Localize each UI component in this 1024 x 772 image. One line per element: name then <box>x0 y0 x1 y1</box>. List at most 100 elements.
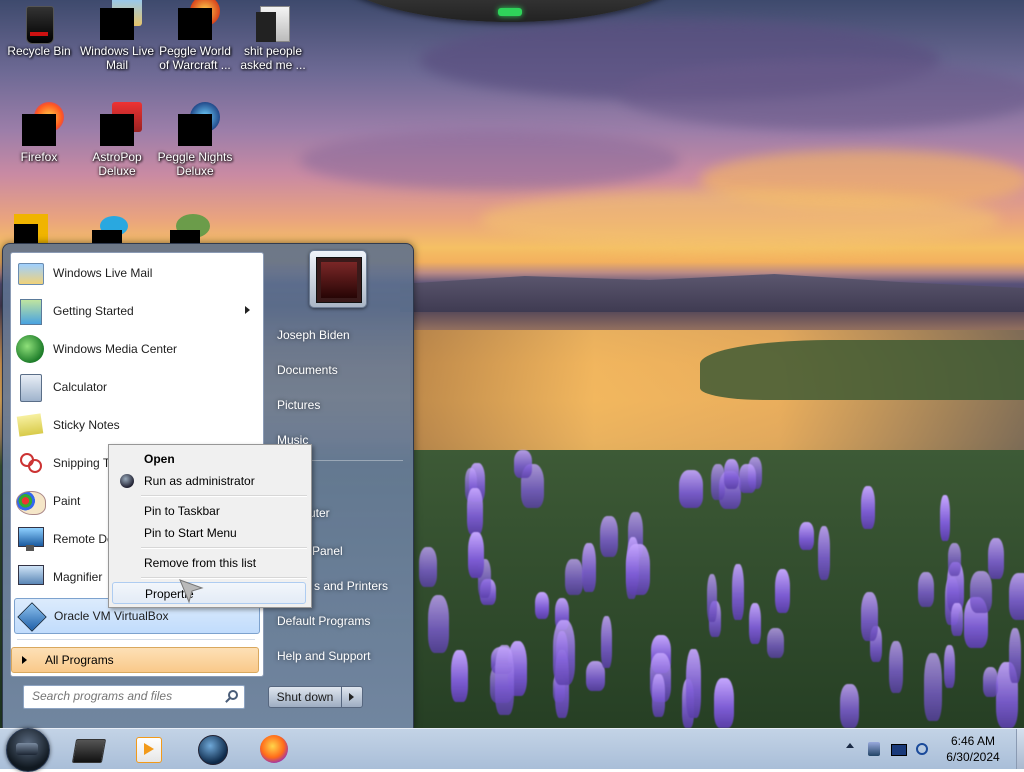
program-windows-media-center[interactable]: Windows Media Center <box>14 332 258 366</box>
wallpaper-flower <box>860 485 875 529</box>
right-item-help-support[interactable]: Help and Support <box>269 641 417 671</box>
ctx-separator <box>141 495 307 497</box>
desktop-icon-firefox[interactable]: Firefox <box>0 102 78 164</box>
ctx-properties[interactable]: Propertie <box>112 582 306 604</box>
program-label: Sticky Notes <box>53 418 120 432</box>
tray-app-icon[interactable] <box>866 741 882 757</box>
desktop-icon-recycle-bin[interactable]: Recycle Bin <box>0 6 78 58</box>
program-windows-live-mail[interactable]: Windows Live Mail <box>14 256 258 290</box>
wallpaper-flower <box>988 537 1005 579</box>
desktop-icon-peggle-nights[interactable]: Peggle Nights Deluxe <box>156 102 234 178</box>
desktop-icon-partial[interactable] <box>92 216 128 244</box>
desktop-icon-peggle-wow[interactable]: Peggle World of Warcraft ... <box>156 0 234 72</box>
program-label: Magnifier <box>53 570 103 584</box>
wallpaper-grass <box>700 340 1024 400</box>
wallpaper-flower <box>982 666 999 697</box>
wallpaper-flower <box>685 649 701 719</box>
ctx-open[interactable]: Open <box>112 448 306 470</box>
program-calculator[interactable]: Calculator <box>14 370 258 404</box>
show-desktop-button[interactable] <box>1016 729 1024 769</box>
clock-date: 6/30/2024 <box>946 750 1000 764</box>
ctx-remove-list[interactable]: Remove from this list <box>112 552 306 574</box>
wallpaper-flower <box>714 677 734 728</box>
desktop-icon-partial[interactable] <box>14 214 48 244</box>
ctx-run-as-admin[interactable]: Run as administrator <box>112 470 306 492</box>
wallpaper-flower <box>513 450 533 478</box>
wallpaper-flower <box>739 464 756 494</box>
right-item-pictures[interactable]: Pictures <box>269 390 417 420</box>
right-item-default-programs[interactable]: Default Programs <box>269 606 417 636</box>
ctx-label: Run as administrator <box>144 474 255 488</box>
ctx-separator <box>141 577 307 579</box>
wallpaper-flower <box>924 652 942 722</box>
wallpaper-flower <box>939 495 950 542</box>
ctx-pin-taskbar[interactable]: Pin to Taskbar <box>112 500 306 522</box>
right-item-documents[interactable]: Documents <box>269 355 417 385</box>
wallpaper-flower <box>600 515 618 557</box>
wallpaper-flower <box>600 616 612 669</box>
wallpaper-flower <box>707 573 718 622</box>
right-item-user[interactable]: Joseph Biden <box>269 320 417 350</box>
search-box[interactable] <box>23 685 245 709</box>
wallpaper-flower <box>766 628 784 659</box>
wallpaper-flower <box>818 525 831 580</box>
start-button[interactable] <box>6 728 50 772</box>
desktop-icon-label: shit people asked me ... <box>240 44 306 72</box>
desktop-icon-partial[interactable] <box>170 214 210 244</box>
mail-icon <box>14 257 46 289</box>
wallpaper-flower <box>723 459 740 489</box>
chevron-right-icon[interactable] <box>245 306 250 314</box>
folder-icon <box>256 6 290 42</box>
tray-volume-icon[interactable] <box>914 741 930 757</box>
wallpaper-flower <box>652 674 665 718</box>
taskbar-explorer[interactable] <box>134 733 166 765</box>
wallpaper-flower <box>798 522 814 551</box>
wallpaper-cloud <box>480 190 1000 250</box>
wallpaper-cloud <box>300 130 680 190</box>
clock-time: 6:46 AM <box>950 734 996 748</box>
tray-expand-icon[interactable] <box>846 743 854 748</box>
wallpaper-flower <box>467 532 484 578</box>
wallpaper-flower <box>565 558 583 596</box>
remote-desktop-icon <box>14 523 46 555</box>
wallpaper-flower <box>748 603 761 645</box>
desktop-icon-windows-live-mail[interactable]: Windows Live Mail <box>78 0 156 72</box>
wallpaper-flower <box>731 563 744 621</box>
magnifier-icon <box>14 561 46 593</box>
taskbar-browser[interactable] <box>196 733 228 765</box>
all-programs-button[interactable]: All Programs <box>11 647 259 673</box>
recycle-bin-icon <box>22 6 56 44</box>
mouse-cursor-icon <box>179 579 204 604</box>
wallpaper-flower <box>552 619 576 686</box>
arrow-right-icon <box>22 656 27 664</box>
getting-started-icon <box>14 295 46 327</box>
virtualbox-icon <box>15 600 47 632</box>
program-label: Remote De <box>53 532 114 546</box>
wallpaper-flower <box>451 650 468 702</box>
wallpaper-flower <box>951 603 963 636</box>
search-input[interactable] <box>24 686 212 706</box>
sticky-notes-icon <box>14 409 46 441</box>
program-label: Windows Live Mail <box>53 266 153 280</box>
desktop-icon-label: AstroPop Deluxe <box>92 150 142 178</box>
desktop-icon-label: Firefox <box>20 150 58 164</box>
search-icon[interactable] <box>228 690 238 700</box>
shutdown-button[interactable]: Shut down <box>268 686 342 708</box>
taskbar-media-player[interactable] <box>71 733 107 765</box>
media-player-icon <box>71 739 107 763</box>
desktop-icon-label: Windows Live Mail <box>79 44 155 72</box>
firefox-icon <box>260 735 288 763</box>
desktop-icon-folder[interactable]: shit people asked me ... <box>234 6 312 72</box>
program-sticky-notes[interactable]: Sticky Notes <box>14 408 258 442</box>
ctx-pin-start[interactable]: Pin to Start Menu <box>112 522 306 544</box>
tray-network-icon[interactable] <box>890 741 907 757</box>
taskbar-firefox[interactable] <box>258 733 290 765</box>
pane-divider <box>17 639 255 640</box>
program-getting-started[interactable]: Getting Started <box>14 294 258 328</box>
globe-icon <box>198 735 228 765</box>
desktop-icon-astropop[interactable]: AstroPop Deluxe <box>78 102 156 178</box>
user-avatar[interactable] <box>309 250 367 308</box>
desktop-icon-label: Peggle Nights Deluxe <box>157 150 233 178</box>
shutdown-options-button[interactable] <box>341 686 363 708</box>
taskbar-clock[interactable]: 6:46 AM 6/30/2024 <box>930 733 1016 765</box>
